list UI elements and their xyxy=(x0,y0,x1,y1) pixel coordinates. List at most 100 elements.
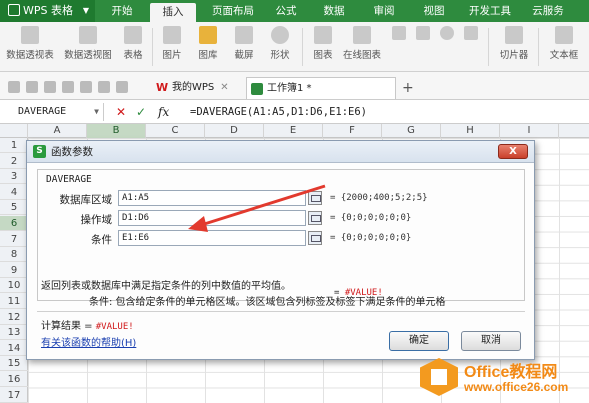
column-header[interactable]: A xyxy=(28,124,87,138)
range-select-icon[interactable] xyxy=(308,231,322,245)
table-button[interactable]: 表格 xyxy=(118,26,148,61)
calc-result-value: #VALUE! xyxy=(95,322,134,332)
save-icon[interactable] xyxy=(26,81,38,93)
ok-button[interactable]: 确定 xyxy=(389,331,449,351)
function-name: DAVERAGE xyxy=(46,174,92,185)
row-header[interactable]: 3 xyxy=(0,169,28,185)
textbox-icon xyxy=(555,26,573,44)
gallery-button[interactable]: 图库 xyxy=(192,26,224,61)
insert-function-button[interactable]: fx xyxy=(158,103,169,121)
close-icon[interactable]: ✕ xyxy=(220,82,228,93)
row-header[interactable]: 15 xyxy=(0,356,28,372)
column-header[interactable]: B xyxy=(87,124,146,138)
calculation-result: 计算结果 = #VALUE! xyxy=(41,321,134,332)
row-header[interactable]: 5 xyxy=(0,200,28,216)
row-header[interactable]: 17 xyxy=(0,388,28,403)
help-link[interactable]: 有关该函数的帮助(H) xyxy=(41,334,136,349)
function-description: 返回列表或数据库中满足指定条件的列中数值的平均值。 xyxy=(41,281,291,292)
print-icon[interactable] xyxy=(62,81,74,93)
preview-icon[interactable] xyxy=(80,81,92,93)
row-header[interactable]: 10 xyxy=(0,278,28,294)
dialog-title-bar[interactable]: S 函数参数 X xyxy=(27,141,534,163)
range-select-icon[interactable] xyxy=(308,191,322,205)
row-header[interactable]: 8 xyxy=(0,247,28,263)
row-header[interactable]: 9 xyxy=(0,263,28,278)
watermark-title: Office教程网 xyxy=(464,364,558,381)
row-header[interactable]: 2 xyxy=(0,154,28,169)
row-header[interactable]: 12 xyxy=(0,310,28,325)
screenshot-button[interactable]: 截屏 xyxy=(228,26,260,61)
column-header[interactable]: C xyxy=(146,124,205,138)
line-chart-button[interactable] xyxy=(388,26,410,43)
cancel-button[interactable]: 取消 xyxy=(461,331,521,351)
column-header[interactable]: G xyxy=(382,124,441,138)
column-chart-icon xyxy=(416,26,430,40)
tab-view[interactable]: 视图 xyxy=(414,0,454,22)
spreadsheet-icon xyxy=(251,83,263,95)
tab-review[interactable]: 审阅 xyxy=(364,0,404,22)
tab-developer[interactable]: 开发工具 xyxy=(462,0,518,22)
tab-home[interactable]: 开始 xyxy=(100,0,144,22)
divider xyxy=(488,28,489,66)
arg-input-field[interactable]: D1:D6 xyxy=(118,210,306,226)
arg-input-criteria[interactable]: E1:E6 xyxy=(118,230,306,246)
divider xyxy=(152,28,153,66)
slicer-button[interactable]: 切片器 xyxy=(494,26,534,61)
column-header[interactable]: F xyxy=(323,124,382,138)
tab-formulas[interactable]: 公式 xyxy=(266,0,306,22)
new-tab-button[interactable]: + xyxy=(398,77,418,99)
textbox-button[interactable]: 文本框 xyxy=(544,26,584,61)
range-select-icon[interactable] xyxy=(308,211,322,225)
formula-input[interactable]: =DAVERAGE(A1:A5,D1:D6,E1:E6) xyxy=(190,103,367,121)
tab-workbook1[interactable]: 工作簿1 * xyxy=(246,77,396,99)
select-all-corner[interactable] xyxy=(0,124,28,138)
pie-chart-button[interactable] xyxy=(436,26,458,43)
pivot-chart-button[interactable]: 数据透视图 xyxy=(60,26,116,61)
row-header[interactable]: 16 xyxy=(0,372,28,387)
cancel-formula-button[interactable]: ✕ xyxy=(116,103,126,121)
tab-cloud[interactable]: 云服务 xyxy=(524,0,572,22)
close-button[interactable]: X xyxy=(498,144,528,159)
redo-icon[interactable] xyxy=(116,81,128,93)
app-menu-button[interactable]: WPS 表格 ▼ xyxy=(0,0,95,22)
column-chart-button[interactable] xyxy=(412,26,434,43)
row-header[interactable]: 7 xyxy=(0,232,28,247)
row-header[interactable]: 1 xyxy=(0,138,28,153)
tab-my-wps[interactable]: W 我的WPS ✕ xyxy=(152,77,242,99)
slicer-icon xyxy=(505,26,523,44)
row-header[interactable]: 14 xyxy=(0,341,28,356)
scatter-chart-button[interactable] xyxy=(460,26,482,43)
online-chart-button[interactable]: 在线图表 xyxy=(340,26,384,61)
tab-data[interactable]: 数据 xyxy=(314,0,354,22)
new-file-icon[interactable] xyxy=(8,81,20,93)
row-header[interactable]: 13 xyxy=(0,325,28,341)
online-chart-icon xyxy=(353,26,371,44)
column-header[interactable]: D xyxy=(205,124,264,138)
row-header[interactable]: 4 xyxy=(0,185,28,200)
name-box[interactable]: DAVERAGE ▼ xyxy=(0,103,104,121)
arg-input-database[interactable]: A1:A5 xyxy=(118,190,306,206)
picture-button[interactable]: 图片 xyxy=(156,26,188,61)
chart-button[interactable]: 图表 xyxy=(308,26,338,61)
tab-bar: WPS 表格 ▼ 开始 插入 页面布局 公式 数据 审阅 视图 开发工具 云服务 xyxy=(0,0,589,22)
chevron-down-icon: ▼ xyxy=(82,6,89,15)
row-headers: 1 2 3 4 5 6 7 8 9 10 11 12 13 14 15 16 1… xyxy=(0,138,28,403)
document-tab-bar: W 我的WPS ✕ 工作簿1 * + xyxy=(0,72,589,100)
column-header[interactable]: E xyxy=(264,124,323,138)
arg-result-field: = {0;0;0;0;0;0} xyxy=(330,213,412,223)
column-header[interactable]: I xyxy=(500,124,559,138)
shapes-icon xyxy=(271,26,289,44)
divider xyxy=(538,28,539,66)
open-icon[interactable] xyxy=(44,81,56,93)
tab-page-layout[interactable]: 页面布局 xyxy=(204,0,262,22)
function-arguments-dialog: S 函数参数 X DAVERAGE 数据库区域 A1:A5 = {2000;40… xyxy=(26,140,535,360)
confirm-formula-button[interactable]: ✓ xyxy=(136,103,146,121)
pivot-table-button[interactable]: 数据透视表 xyxy=(4,26,56,61)
wps-icon: W xyxy=(156,81,169,94)
shapes-button[interactable]: 形状 xyxy=(264,26,296,61)
tab-insert[interactable]: 插入 xyxy=(150,3,196,22)
row-header[interactable]: 6 xyxy=(0,216,28,231)
row-header[interactable]: 11 xyxy=(0,294,28,309)
column-header[interactable]: H xyxy=(441,124,500,138)
undo-icon[interactable] xyxy=(98,81,110,93)
